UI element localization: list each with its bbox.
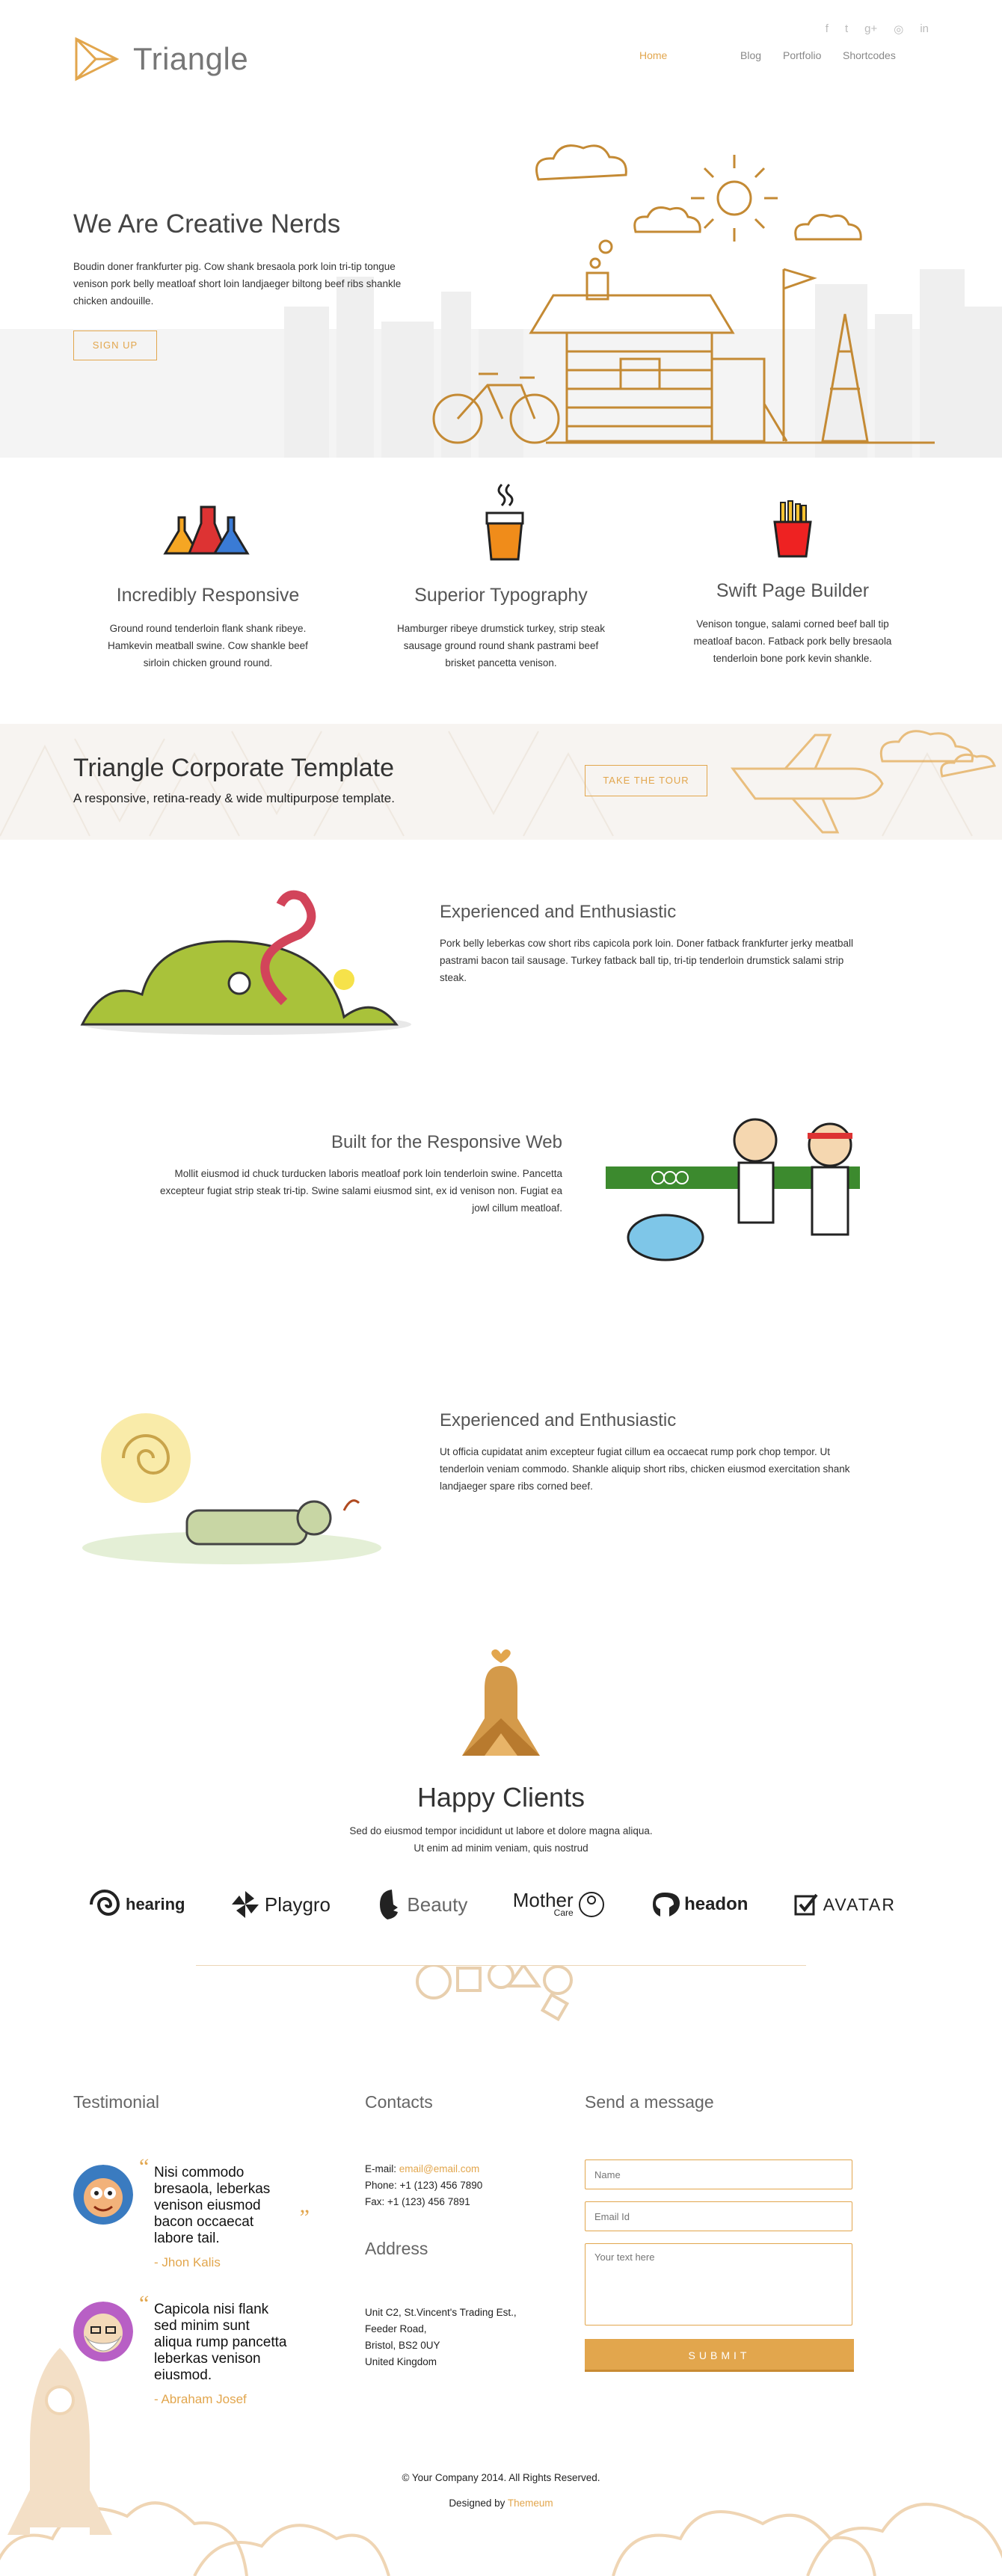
message-textarea[interactable]: [585, 2243, 852, 2326]
nav-shortcodes[interactable]: Shortcodes: [843, 49, 896, 61]
email-input[interactable]: [585, 2201, 852, 2231]
clients-text-line: Sed do eiusmod tempor incididunt ut labo…: [349, 1825, 653, 1836]
clients-text: Sed do eiusmod tempor incididunt ut labo…: [0, 1822, 1002, 1857]
client-logo-text: headon: [684, 1894, 749, 1914]
quote-author: - Jhon Kalis: [154, 2255, 221, 2269]
clouds-rocket-decoration: [0, 2348, 1002, 2576]
section-text: Mollit eiusmod id chuck turducken labori…: [159, 1168, 562, 1214]
mother-child-icon: [578, 1892, 604, 1917]
meditating-figure-illustration: [462, 1649, 540, 1756]
address-line: Unit C2, St.Vincent's Trading Est.,: [365, 2307, 517, 2318]
contact-details: E-mail: email@email.com Phone: +1 (123) …: [365, 2161, 482, 2210]
checkbox-icon: [794, 1893, 818, 1916]
linkedin-icon[interactable]: in: [920, 22, 929, 36]
copyright: © Your Company 2014. All Rights Reserved…: [402, 2472, 600, 2483]
section-title: Experienced and Enthusiastic: [440, 1410, 677, 1430]
triangle-logo-icon: [75, 37, 120, 82]
feature-title: Superior Typography: [414, 585, 588, 606]
pinwheel-icon: [231, 1891, 259, 1918]
shapes-decoration: [416, 1965, 573, 2022]
designed-by-label: Designed by: [449, 2497, 505, 2509]
avatar: [73, 2165, 133, 2225]
logo-text: Triangle: [133, 41, 249, 76]
client-logo-playgro[interactable]: Playgro: [230, 1890, 331, 1919]
email-label: E-mail:: [365, 2163, 397, 2174]
client-logos: hearing Playgro Beauty Mother Care heado…: [88, 1888, 896, 1921]
sleeping-robot-illustration: [82, 1413, 381, 1564]
client-logo-avatar[interactable]: AVATAR: [793, 1892, 896, 1917]
dribbble-icon[interactable]: ◎: [894, 22, 903, 36]
quote-close-icon: ”: [299, 2205, 310, 2230]
address-title: Address: [365, 2239, 428, 2258]
clients-text-line: Ut enim ad minim veniam, quis nostrud: [414, 1842, 588, 1854]
feature-responsive: Incredibly Responsive Ground round tende…: [96, 585, 320, 671]
feature-title: Incredibly Responsive: [116, 585, 300, 606]
main-nav: Home Blog Portfolio Shortcodes: [639, 49, 896, 61]
swirl-icon: [90, 1890, 120, 1916]
face-profile-icon: [380, 1890, 399, 1919]
testimonial-quote: “ Nisi commodo bresaola, leberkas veniso…: [139, 2156, 310, 2271]
quote-open-icon: “: [139, 2154, 150, 2179]
quote-open-icon: “: [139, 2291, 150, 2316]
green-monster-illustration: [80, 890, 411, 1035]
client-logo-text: Beauty: [407, 1893, 468, 1916]
designed-by: Designed by Themeum: [0, 2497, 1002, 2509]
phone-line: Phone: +1 (123) 456 7890: [365, 2180, 483, 2191]
section-title: Built for the Responsive Web: [331, 1132, 562, 1152]
nav-blog[interactable]: Blog: [740, 49, 783, 61]
send-message-title: Send a message: [585, 2092, 714, 2112]
testimonial-title: Testimonial: [73, 2092, 160, 2112]
flasks-icon: [163, 505, 250, 555]
section-text: Pork belly leberkas cow short ribs capic…: [440, 938, 853, 983]
twitter-icon[interactable]: t: [845, 22, 848, 36]
site-logo[interactable]: Triangle: [73, 36, 248, 82]
google-plus-icon[interactable]: g+: [864, 22, 877, 36]
client-logo-subtext: Care: [553, 1908, 574, 1918]
cartoon-face-avatar: [73, 2165, 133, 2225]
sign-up-button[interactable]: SIGN UP: [73, 331, 157, 360]
client-logo-text: AVATAR: [823, 1894, 896, 1914]
feature-typography: Superior Typography Hamburger ribeye dru…: [389, 585, 613, 671]
feature-text: Ground round tenderloin flank shank ribe…: [108, 623, 308, 668]
headon-icon: [653, 1893, 680, 1916]
social-links: f t g+ ◎ in: [826, 22, 929, 36]
feature-text: Venison tongue, salami corned beef ball …: [693, 618, 892, 664]
testimonial-item: “ Nisi commodo bresaola, leberkas veniso…: [73, 2156, 310, 2271]
client-logo-text: Mother: [512, 1889, 574, 1911]
client-logo-beauty[interactable]: Beauty: [375, 1888, 467, 1921]
feature-text: Hamburger ribeye drumstick turkey, strip…: [396, 623, 606, 668]
name-input[interactable]: [585, 2160, 852, 2189]
take-the-tour-button[interactable]: TAKE THE TOUR: [585, 765, 707, 796]
feature-title: Swift Page Builder: [716, 580, 870, 601]
hero-text: Boudin doner frankfurter pig. Cow shank …: [73, 261, 402, 307]
client-logo-headon[interactable]: headon: [650, 1890, 748, 1919]
email-line: E-mail: email@email.com: [365, 2161, 482, 2177]
contacts-title: Contacts: [365, 2092, 433, 2112]
designer-link[interactable]: Themeum: [508, 2497, 553, 2509]
nav-home[interactable]: Home: [639, 49, 740, 61]
email-link[interactable]: email@email.com: [399, 2163, 479, 2174]
facebook-icon[interactable]: f: [826, 22, 829, 36]
fries-icon: [773, 500, 812, 558]
nav-portfolio[interactable]: Portfolio: [783, 49, 843, 61]
client-logo-text: hearing: [126, 1895, 185, 1913]
fax-line: Fax: +1 (123) 456 7891: [365, 2196, 470, 2207]
hero-section: We Are Creative Nerds Boudin doner frank…: [0, 105, 1002, 458]
section-text: Ut officia cupidatat anim excepteur fugi…: [440, 1446, 850, 1492]
client-logo-hearing[interactable]: hearing: [88, 1888, 185, 1921]
clients-title: Happy Clients: [417, 1782, 585, 1813]
client-logo-mothercare[interactable]: Mother Care: [513, 1890, 605, 1919]
address-line: Feeder Road,: [365, 2323, 427, 2334]
banner-title: Triangle Corporate Template: [73, 754, 395, 782]
section-title: Experienced and Enthusiastic: [440, 902, 677, 922]
cabin-scene-illustration: [432, 144, 935, 444]
hero-title: We Are Creative Nerds: [73, 209, 341, 239]
karate-kids-illustration: [606, 1118, 860, 1261]
quote-text: Nisi commodo bresaola, leberkas venison …: [154, 2165, 271, 2246]
feature-page-builder: Swift Page Builder Venison tongue, salam…: [680, 580, 905, 667]
client-logo-text: Playgro: [264, 1893, 331, 1916]
airplane-illustration: [731, 730, 997, 834]
coffee-cup-icon: [485, 483, 524, 561]
banner-subtitle: A responsive, retina-ready & wide multip…: [73, 791, 395, 805]
